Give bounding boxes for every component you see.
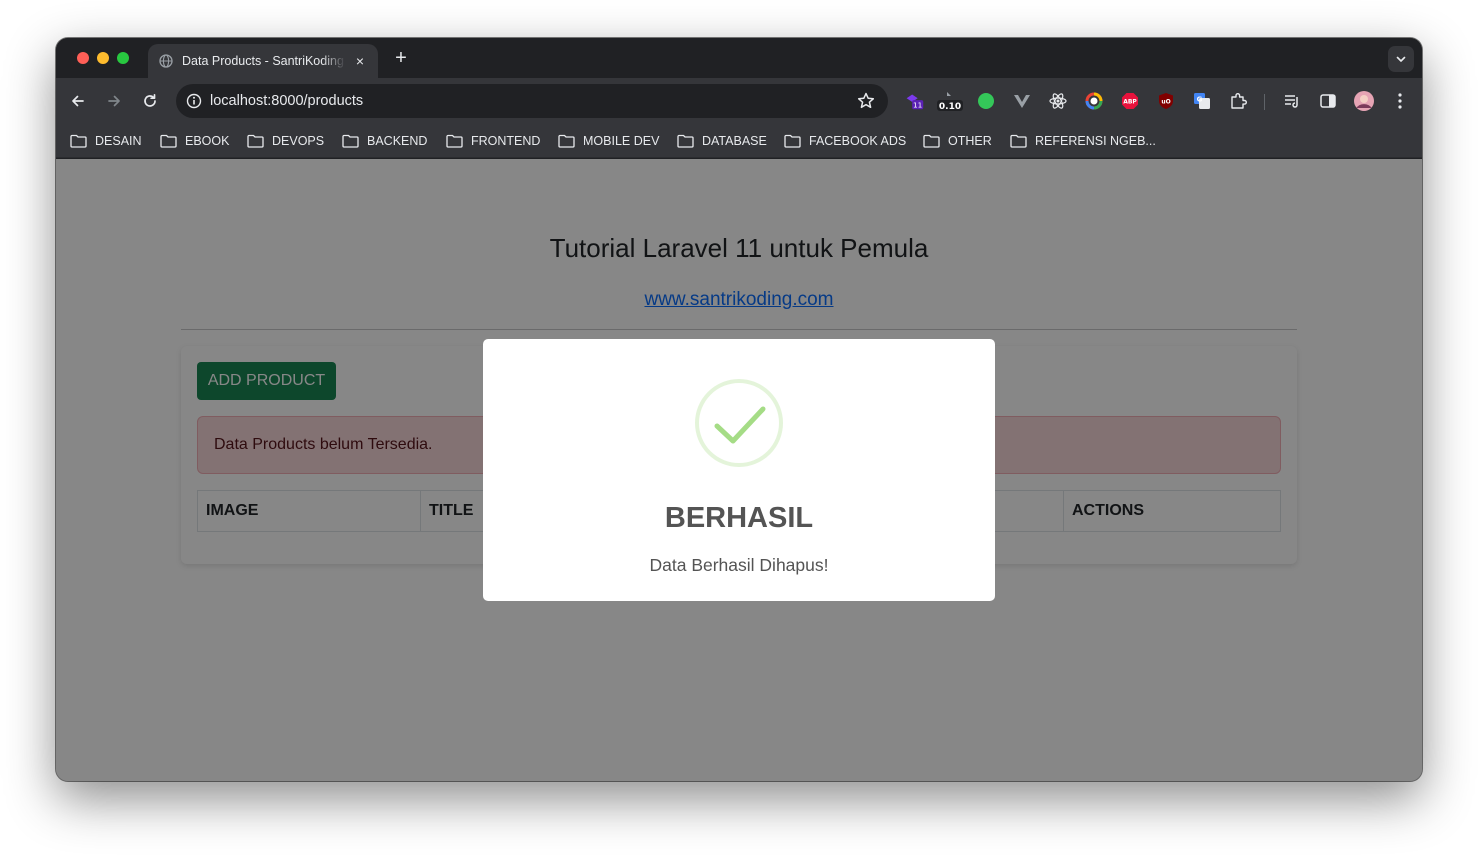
browser-toolbar: localhost:8000/products 11 0.10 ABP uO G <box>56 78 1422 124</box>
folder-icon <box>446 134 463 148</box>
reload-icon <box>144 93 156 107</box>
modal-title: BERHASIL <box>664 502 814 534</box>
success-check-icon <box>695 379 783 467</box>
back-button[interactable] <box>66 89 90 113</box>
url-text[interactable]: localhost:8000/products <box>210 93 363 109</box>
folder-icon <box>342 134 359 148</box>
ublock-origin-icon[interactable]: uO <box>1154 89 1178 113</box>
bookmarks-bar: DESAIN EBOOK DEVOPS BACKEND FRONTEND MOB… <box>56 124 1422 158</box>
folder-icon <box>247 134 264 148</box>
adblock-label: ABP <box>1123 99 1137 106</box>
ublock-label: uO <box>1161 99 1170 106</box>
folder-icon <box>677 134 694 148</box>
bookmark-folder-desain[interactable]: DESAIN <box>70 124 142 158</box>
maximize-window-button[interactable] <box>117 52 129 64</box>
site-info-icon[interactable] <box>186 93 202 109</box>
folder-icon <box>558 134 575 148</box>
bookmark-folder-facebook-ads[interactable]: FACEBOOK ADS <box>784 124 906 158</box>
bookmark-star-icon[interactable] <box>856 91 876 116</box>
globe-icon <box>158 53 174 69</box>
extension-value-icon[interactable]: 0.10 <box>936 89 964 113</box>
bookmark-folder-mobile-dev[interactable]: MOBILE DEV <box>558 124 659 158</box>
tab-strip: Data Products - SantriKoding × + <box>56 38 1422 78</box>
browser-menu-icon[interactable] <box>1388 89 1412 113</box>
folder-icon <box>160 134 177 148</box>
modal-message: Data Berhasil Dihapus! <box>649 555 829 575</box>
color-picker-icon[interactable] <box>1082 89 1106 113</box>
tab-title: Data Products - SantriKoding <box>182 54 344 68</box>
close-tab-icon[interactable]: × <box>352 53 368 69</box>
svg-text:G: G <box>1197 96 1203 104</box>
extension-badge-count: 11 <box>913 100 923 109</box>
browser-window: Data Products - SantriKoding × + localho… <box>56 38 1422 781</box>
bookmark-folder-backend[interactable]: BACKEND <box>342 124 427 158</box>
bookmark-folder-other[interactable]: OTHER <box>923 124 992 158</box>
folder-icon <box>1010 134 1027 148</box>
close-window-button[interactable] <box>77 52 89 64</box>
extension-badge-icon[interactable]: 11 <box>902 89 926 113</box>
minimize-window-button[interactable] <box>97 52 109 64</box>
vue-devtools-icon[interactable] <box>1010 89 1034 113</box>
folder-icon <box>923 134 940 148</box>
address-bar[interactable]: localhost:8000/products <box>176 84 888 118</box>
reading-list-icon[interactable] <box>1280 89 1304 113</box>
success-modal: BERHASIL Data Berhasil Dihapus! <box>483 339 995 601</box>
folder-icon <box>70 134 87 148</box>
green-dot-extension-icon[interactable] <box>974 89 998 113</box>
arrow-right-icon <box>108 95 120 107</box>
bookmark-folder-devops[interactable]: DEVOPS <box>247 124 324 158</box>
forward-button[interactable] <box>102 89 126 113</box>
folder-icon <box>784 134 801 148</box>
tab-data-products[interactable]: Data Products - SantriKoding × <box>148 44 378 78</box>
arrow-left-icon <box>72 95 84 107</box>
google-translate-icon[interactable]: G <box>1190 89 1214 113</box>
bookmark-folder-frontend[interactable]: FRONTEND <box>446 124 540 158</box>
new-tab-button[interactable]: + <box>390 47 412 69</box>
extension-badge-value: 0.10 <box>939 102 961 112</box>
adblock-plus-icon[interactable]: ABP <box>1118 89 1142 113</box>
bookmark-folder-ebook[interactable]: EBOOK <box>160 124 229 158</box>
chevron-down-icon <box>1396 56 1406 62</box>
bookmark-folder-referensi[interactable]: REFERENSI NGEB... <box>1010 124 1156 158</box>
profile-avatar[interactable] <box>1352 89 1376 113</box>
reload-button[interactable] <box>138 89 162 113</box>
toolbar-divider <box>1264 94 1265 110</box>
page-viewport: Tutorial Laravel 11 untuk Pemula www.san… <box>56 159 1422 781</box>
tab-search-button[interactable] <box>1388 46 1414 72</box>
extensions-puzzle-icon[interactable] <box>1226 89 1250 113</box>
side-panel-icon[interactable] <box>1316 89 1340 113</box>
bookmark-folder-database[interactable]: DATABASE <box>677 124 767 158</box>
react-devtools-icon[interactable] <box>1046 89 1070 113</box>
